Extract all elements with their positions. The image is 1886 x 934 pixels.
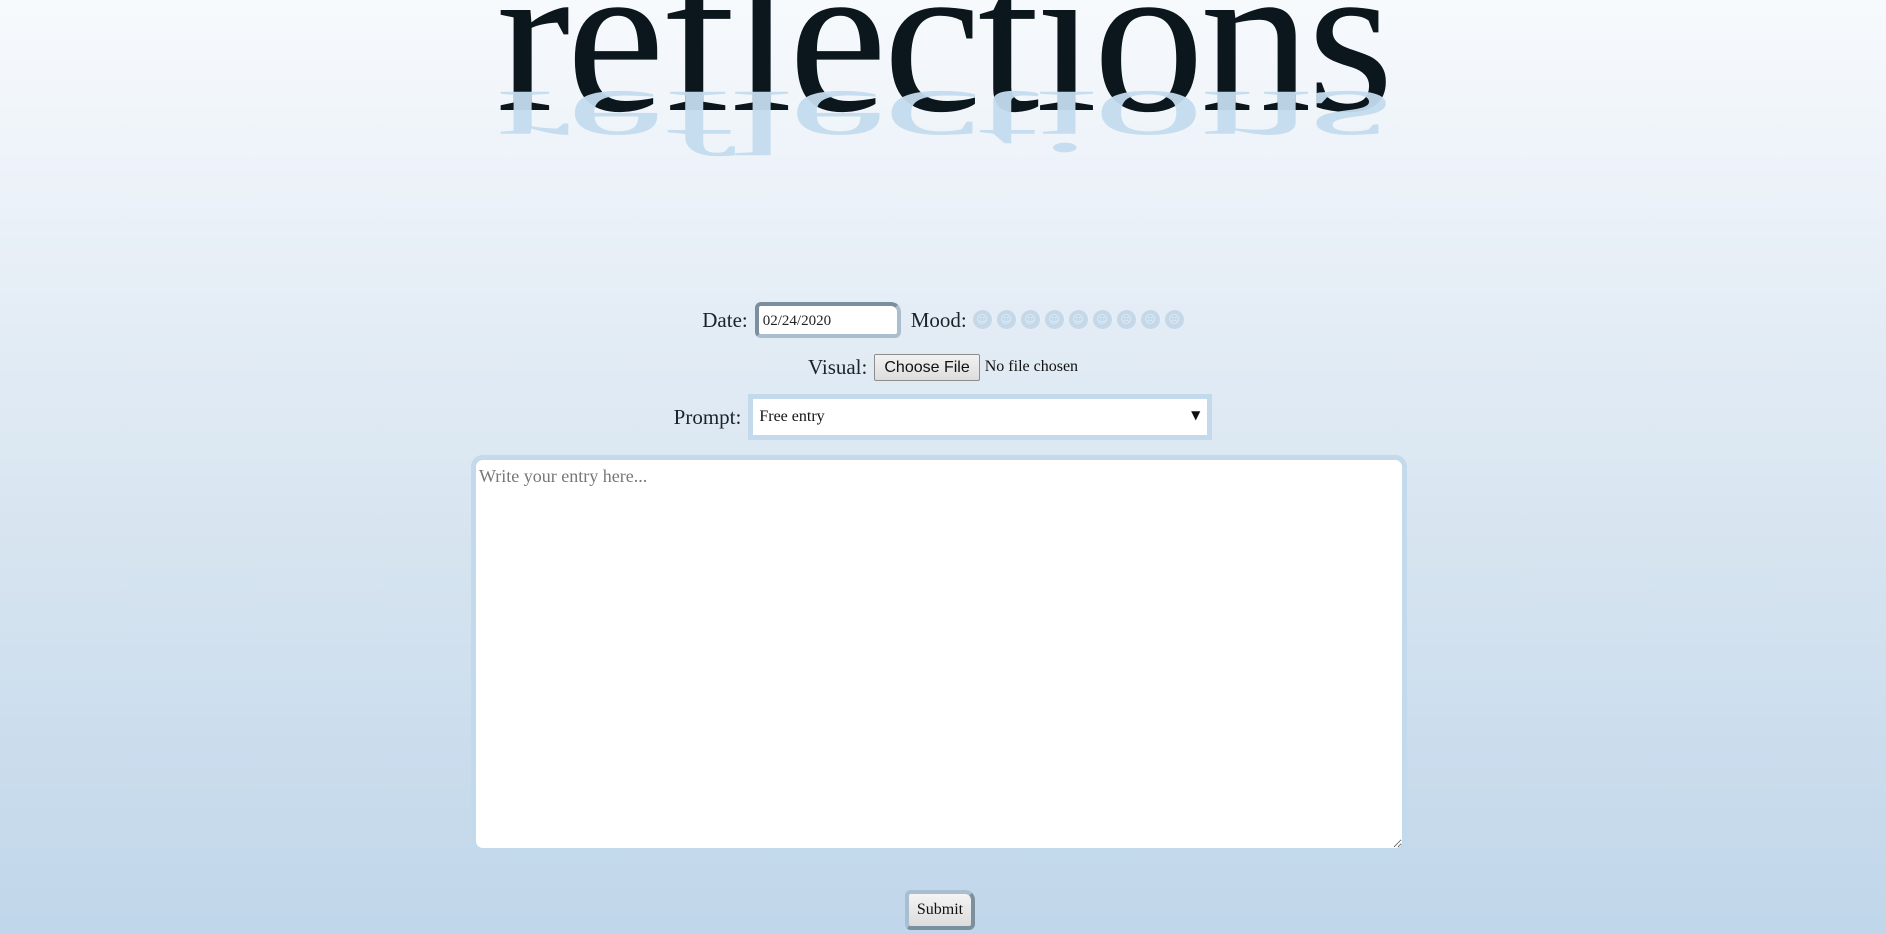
mood-label: Mood: [910, 307, 967, 332]
visual-row: Visual: Choose File No file chosen [0, 352, 1886, 382]
prompt-select[interactable]: Free entry ▼ [748, 394, 1213, 440]
submit-button[interactable]: Submit [905, 890, 975, 930]
dropdown-arrow-icon: ▼ [1191, 408, 1201, 422]
neutral-face-icon[interactable]: ☺ [1044, 309, 1064, 329]
entry-textarea[interactable] [471, 455, 1407, 853]
choose-file-button[interactable]: Choose File [874, 353, 980, 381]
grinning-face-icon[interactable]: ☺ [1020, 309, 1040, 329]
file-status: No file chosen [984, 358, 1079, 375]
sunglasses-face-icon[interactable]: ☺ [1068, 309, 1088, 329]
prompt-selected-value: Free entry [759, 408, 825, 425]
date-input[interactable] [754, 302, 901, 338]
date-label: Date: [702, 307, 748, 332]
surprised-face-icon[interactable]: ☺ [996, 309, 1016, 329]
prompt-label: Prompt: [673, 404, 742, 429]
mood-selector: ☺ ☺ ☺ ☺ ☺ ☺ ☹ ☹ ☹ [972, 309, 1184, 329]
prompt-row: Prompt: Free entry ▼ [0, 394, 1886, 440]
smiling-face-icon[interactable]: ☺ [972, 309, 992, 329]
frowning-face-icon[interactable]: ☹ [1116, 309, 1136, 329]
crying-face-icon[interactable]: ☹ [1140, 309, 1160, 329]
visual-label: Visual: [807, 354, 868, 379]
logo-reflection: reflections [496, 71, 1390, 173]
slight-smile-face-icon[interactable]: ☺ [1092, 309, 1112, 329]
logo: reflections reflections [0, 0, 1886, 210]
date-mood-row: Date: Mood: ☺☺☺☺☺☺☹☹☹ [0, 298, 1886, 342]
file-input: Choose File No file chosen [874, 353, 1079, 381]
angry-face-icon[interactable]: ☹ [1164, 309, 1184, 329]
